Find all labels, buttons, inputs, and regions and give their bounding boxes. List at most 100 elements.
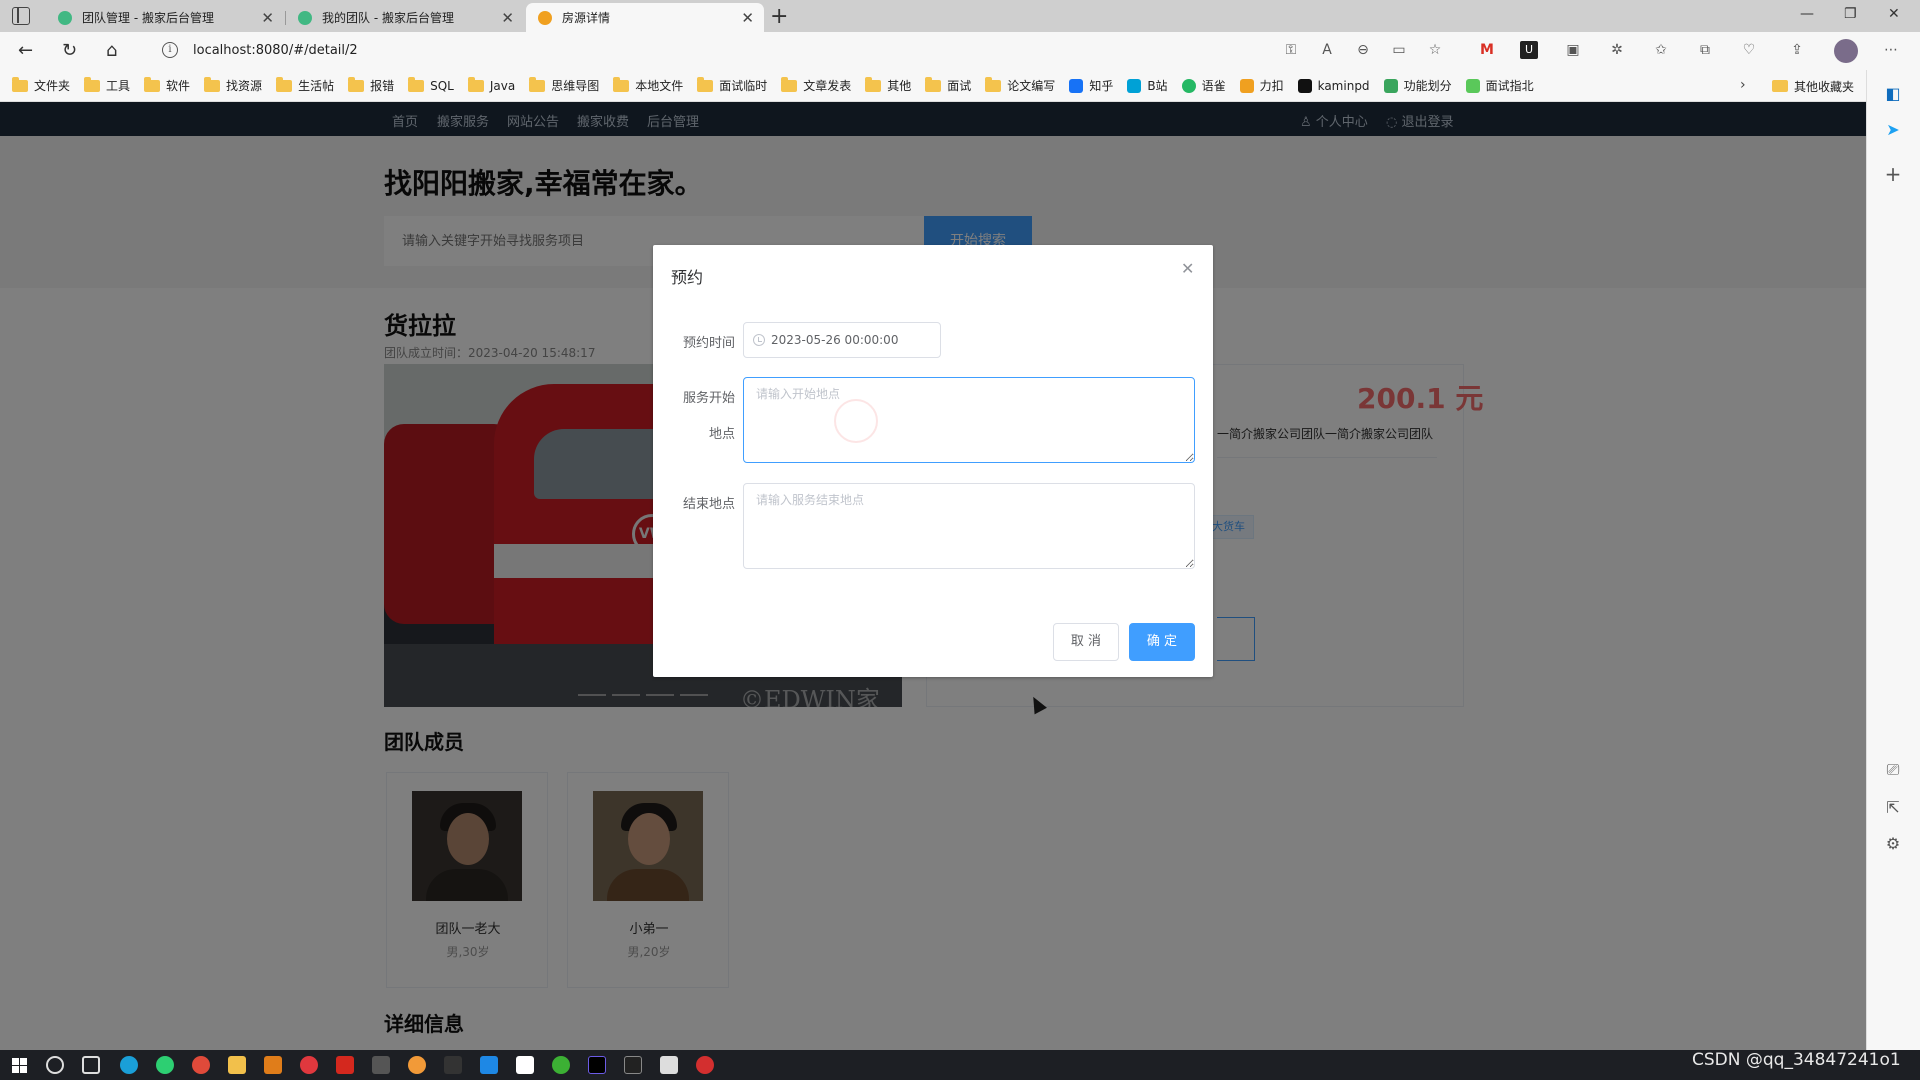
app-icon[interactable]	[264, 1056, 282, 1074]
gmail-extension-icon[interactable]: M	[1478, 41, 1496, 59]
bookmark-zhihu[interactable]: 知乎	[1069, 77, 1113, 94]
edge-icon[interactable]	[120, 1056, 138, 1074]
wps-icon[interactable]	[336, 1056, 354, 1074]
refresh-icon[interactable]: ↻	[62, 40, 77, 61]
bookmark-bilibili[interactable]: B站	[1127, 77, 1168, 94]
confirm-button[interactable]: 确 定	[1129, 623, 1195, 661]
collections-icon[interactable]: ⧉	[1696, 41, 1714, 59]
clock-icon	[753, 334, 765, 346]
extension-icon[interactable]: ▣	[1564, 41, 1582, 59]
guide-icon	[1465, 78, 1480, 93]
wechat-icon[interactable]	[552, 1056, 570, 1074]
cmd-icon[interactable]	[624, 1056, 642, 1074]
performance-icon[interactable]: ♡	[1740, 41, 1758, 59]
read-aloud-icon[interactable]: A	[1318, 41, 1336, 59]
back-icon[interactable]: ←	[18, 40, 33, 61]
windows-start-icon[interactable]	[12, 1058, 27, 1073]
url-text[interactable]: localhost:8080/#/detail/2	[193, 43, 358, 58]
record-icon[interactable]	[696, 1056, 714, 1074]
web-page: 首页 搬家服务 网站公告 搬家收费 后台管理 ♙ 个人中心 ◌ 退出登录 找阳阳…	[0, 102, 1866, 1060]
file-explorer-icon[interactable]	[228, 1056, 246, 1074]
bookmark-folder[interactable]: 本地文件	[613, 76, 683, 94]
key-icon[interactable]: ⚿	[1282, 41, 1300, 59]
extensions-icon[interactable]: ✲	[1608, 41, 1626, 59]
close-window-icon[interactable]: ✕	[1888, 6, 1900, 22]
bookmark-folder[interactable]: 软件	[144, 76, 190, 94]
folder-icon	[865, 76, 882, 92]
terminal-icon[interactable]	[444, 1056, 462, 1074]
close-tab-icon[interactable]: ✕	[501, 9, 514, 27]
address-bar: ← ↻ ⌂ i localhost:8080/#/detail/2 ⚿ A ⊖ …	[0, 32, 1920, 70]
intellij-icon[interactable]	[588, 1056, 606, 1074]
tab-actions-icon[interactable]	[12, 7, 30, 25]
netease-music-icon[interactable]	[300, 1056, 318, 1074]
open-external-icon[interactable]: ⇱	[1883, 798, 1903, 818]
bookmark-leetcode[interactable]: 力扣	[1239, 77, 1284, 94]
bookmark-folder[interactable]: 文章发表	[781, 76, 851, 94]
minimize-icon[interactable]: —	[1800, 6, 1814, 22]
bookmark-folder[interactable]: 面试临时	[697, 76, 767, 94]
favorites-icon[interactable]: ✩	[1652, 41, 1670, 59]
screenshot-icon[interactable]: ⎚	[1883, 760, 1903, 780]
bookmark-folder[interactable]: 论文编写	[985, 76, 1055, 94]
tab-team-management[interactable]: 团队管理 - 搬家后台管理 ✕	[46, 3, 284, 32]
bookmark-folder[interactable]: 面试	[925, 76, 971, 94]
app-icon[interactable]	[480, 1056, 498, 1074]
settings-icon[interactable]: ⚙	[1883, 834, 1903, 854]
folder-icon	[12, 76, 28, 92]
tab-my-team[interactable]: 我的团队 - 搬家后台管理 ✕	[285, 3, 524, 32]
start-location-input[interactable]	[743, 377, 1195, 463]
bookmark-kaminpd[interactable]: kaminpd	[1297, 78, 1370, 93]
close-tab-icon[interactable]: ✕	[741, 9, 754, 27]
share-icon[interactable]: ⇪	[1788, 41, 1806, 59]
taskbar	[0, 1050, 1920, 1080]
close-icon[interactable]: ✕	[1181, 259, 1194, 278]
send-icon[interactable]: ➤	[1883, 120, 1903, 140]
split-screen-icon[interactable]: ▭	[1390, 41, 1408, 59]
bookmark-folder[interactable]: 文件夹	[12, 76, 70, 94]
bookmarks-bar: 文件夹 工具 软件 找资源 生活帖 报错 SQL Java 思维导图 本地文件 …	[0, 70, 1920, 102]
bookmark-folder[interactable]: Java	[467, 76, 515, 93]
folder-icon	[985, 76, 1002, 92]
u-extension-icon[interactable]: U	[1520, 41, 1538, 59]
bookmark-folder[interactable]: 工具	[84, 76, 130, 94]
booking-time-picker[interactable]: 2023-05-26 00:00:00	[743, 322, 941, 358]
bookmark-folder[interactable]: 报错	[348, 76, 394, 94]
profile-avatar[interactable]	[1834, 39, 1858, 63]
new-tab-icon[interactable]: +	[770, 4, 788, 29]
restore-icon[interactable]: ❐	[1844, 6, 1857, 22]
typora-icon[interactable]	[516, 1056, 534, 1074]
bookmark-other-favorites[interactable]: 其他收藏夹	[1772, 70, 1854, 102]
url-field[interactable]: i localhost:8080/#/detail/2	[150, 37, 1310, 65]
browser-sidebar: ◧ ➤ + ⎚ ⇱ ⚙	[1866, 70, 1920, 1060]
home-icon[interactable]: ⌂	[106, 40, 117, 61]
bookmark-folder[interactable]: 思维导图	[529, 76, 599, 94]
cancel-button[interactable]: 取 消	[1053, 623, 1119, 661]
task-view-icon[interactable]	[82, 1056, 100, 1074]
bookmark-interview-guide[interactable]: 面试指北	[1465, 77, 1534, 94]
bookmark-folder[interactable]: 生活帖	[276, 76, 334, 94]
bookmark-feature-split[interactable]: 功能划分	[1383, 77, 1452, 94]
add-favorite-icon[interactable]: ☆	[1426, 41, 1444, 59]
end-location-input[interactable]	[743, 483, 1195, 569]
app-icon[interactable]	[372, 1056, 390, 1074]
add-icon[interactable]: +	[1883, 162, 1903, 186]
app-icon[interactable]	[408, 1056, 426, 1074]
outlook-icon[interactable]: ◧	[1883, 84, 1903, 104]
browser-tab-bar: 团队管理 - 搬家后台管理 ✕ 我的团队 - 搬家后台管理 ✕ 房源详情 ✕ +…	[0, 0, 1920, 32]
site-info-icon[interactable]: i	[162, 42, 178, 58]
edge-dev-icon[interactable]	[156, 1056, 174, 1074]
chrome-icon[interactable]	[192, 1056, 210, 1074]
tab-property-detail[interactable]: 房源详情 ✕	[526, 3, 764, 32]
bookmark-folder[interactable]: 其他	[865, 76, 911, 94]
more-menu-icon[interactable]: ⋯	[1882, 41, 1900, 59]
chevron-right-icon[interactable]: ›	[1740, 77, 1746, 93]
bookmark-yuque[interactable]: 语雀	[1181, 77, 1226, 94]
search-icon[interactable]	[46, 1056, 64, 1074]
close-tab-icon[interactable]: ✕	[261, 9, 274, 27]
folder-icon	[925, 76, 942, 92]
app-icon[interactable]	[660, 1056, 678, 1074]
bookmark-folder[interactable]: 找资源	[204, 76, 262, 94]
bookmark-folder[interactable]: SQL	[408, 76, 454, 93]
zoom-out-icon[interactable]: ⊖	[1354, 41, 1372, 59]
